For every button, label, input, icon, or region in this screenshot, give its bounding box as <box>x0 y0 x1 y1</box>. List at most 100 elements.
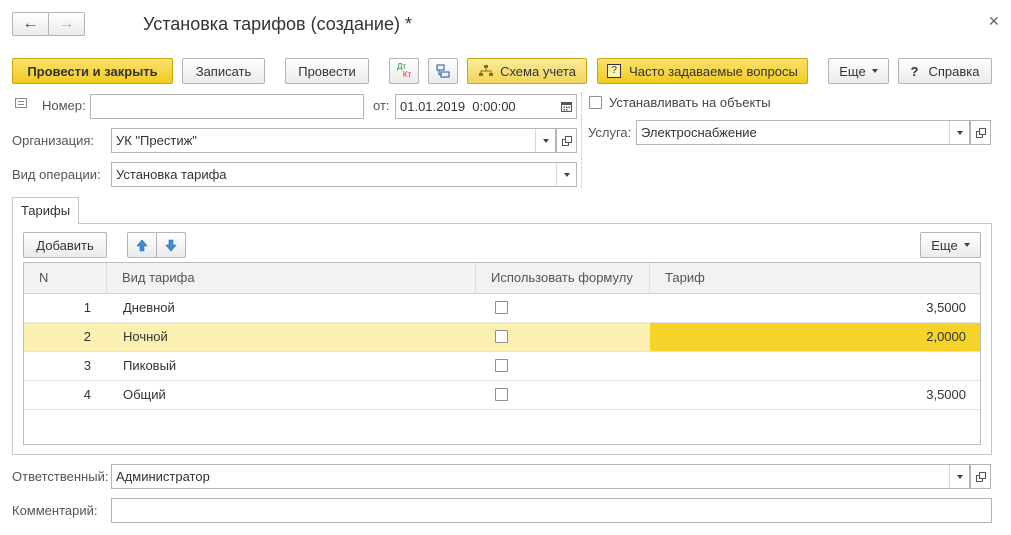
organization-open-button[interactable] <box>556 128 577 153</box>
table-more-label: Еще <box>931 237 958 253</box>
window-title: Установка тарифов (создание) * <box>143 14 412 34</box>
operation-kind-field[interactable]: Установка тарифа <box>111 162 577 187</box>
use-formula-checkbox[interactable] <box>495 359 508 372</box>
tariffs-table: N Вид тарифа Использовать формулу Тариф … <box>23 262 981 445</box>
number-field[interactable] <box>90 94 364 119</box>
chevron-down-icon <box>963 243 970 247</box>
organization-label: Организация: <box>12 133 95 148</box>
chevron-down-icon <box>956 130 963 135</box>
dt-kt-button[interactable]: Дт Кт <box>389 58 419 84</box>
back-button[interactable]: ← <box>12 12 49 36</box>
use-formula-checkbox[interactable] <box>495 330 508 343</box>
organization-dropdown-button[interactable] <box>535 129 555 152</box>
operation-kind-dropdown-button[interactable] <box>556 163 576 186</box>
table-row[interactable]: 2 Ночной 2,0000 <box>24 323 980 352</box>
responsible-field[interactable]: Администратор <box>111 464 970 489</box>
cell-n[interactable]: 2 <box>24 323 91 351</box>
tab-tariffs-label: Тарифы <box>20 203 71 218</box>
cell-tariff[interactable]: 3,5000 <box>650 381 980 409</box>
service-value: Электроснабжение <box>641 125 757 140</box>
cell-n[interactable]: 3 <box>24 352 91 380</box>
cell-formula <box>476 381 650 409</box>
scheme-icon <box>479 65 494 76</box>
comment-label: Комментарий: <box>12 503 98 518</box>
cell-kind[interactable]: Пиковый <box>123 352 473 380</box>
cell-tariff[interactable]: 2,0000 <box>650 323 980 351</box>
column-header-kind[interactable]: Вид тарифа <box>107 263 476 293</box>
cell-formula <box>476 352 650 380</box>
post-and-close-button[interactable]: Провести и закрыть <box>12 58 173 84</box>
set-on-objects-label: Устанавливать на объекты <box>609 95 771 110</box>
arrow-up-icon <box>136 239 148 251</box>
use-formula-checkbox[interactable] <box>495 301 508 314</box>
faq-label: Часто задаваемые вопросы <box>629 63 798 79</box>
help-button[interactable]: ? Справка <box>898 58 992 84</box>
help-icon: ? <box>910 63 919 79</box>
save-button[interactable]: Записать <box>182 58 265 84</box>
service-field[interactable]: Электроснабжение <box>636 120 970 145</box>
scheme-label: Схема учета <box>500 63 576 79</box>
table-row[interactable]: 1 Дневной 3,5000 <box>24 294 980 323</box>
responsible-open-button[interactable] <box>970 464 991 489</box>
move-down-button[interactable] <box>156 232 186 258</box>
number-label: Номер: <box>42 98 86 113</box>
chevron-down-icon <box>956 474 963 479</box>
cell-tariff[interactable] <box>650 352 980 380</box>
calendar-icon <box>560 102 572 112</box>
date-label: от: <box>373 98 390 113</box>
arrow-right-icon: → <box>58 15 75 32</box>
close-icon[interactable]: ✕ <box>988 13 1000 30</box>
service-dropdown-button[interactable] <box>949 121 969 144</box>
cell-tariff[interactable]: 3,5000 <box>650 294 980 322</box>
table-more-button[interactable]: Еще <box>920 232 981 258</box>
list-icon <box>15 98 27 108</box>
tab-tariffs[interactable]: Тарифы <box>12 197 79 224</box>
calendar-button[interactable] <box>556 95 576 118</box>
responsible-dropdown-button[interactable] <box>949 465 969 488</box>
chevron-down-icon <box>871 69 878 73</box>
open-window-icon <box>975 127 986 138</box>
service-open-button[interactable] <box>970 120 991 145</box>
cell-n[interactable]: 1 <box>24 294 91 322</box>
operation-kind-label: Вид операции: <box>12 167 101 182</box>
column-divider <box>581 92 582 188</box>
cell-formula <box>476 294 650 322</box>
operation-kind-value: Установка тарифа <box>116 167 227 182</box>
move-up-button[interactable] <box>127 232 157 258</box>
question-icon: ? <box>607 64 622 78</box>
kt-icon-text: Кт <box>402 70 412 79</box>
table-header: N Вид тарифа Использовать формулу Тариф <box>24 263 980 294</box>
organization-value: УК "Престиж" <box>116 133 197 148</box>
service-label: Услуга: <box>588 125 632 140</box>
arrow-left-icon: ← <box>22 15 39 32</box>
help-label: Справка <box>928 63 980 79</box>
structure-button[interactable] <box>428 58 458 84</box>
open-window-icon <box>561 135 572 146</box>
faq-button[interactable]: ? Часто задаваемые вопросы <box>597 58 808 84</box>
accounting-scheme-button[interactable]: Схема учета <box>467 58 587 84</box>
set-on-objects-checkbox[interactable] <box>589 96 602 109</box>
post-button[interactable]: Провести <box>285 58 369 84</box>
column-header-tariff[interactable]: Тариф <box>650 263 980 293</box>
forward-button[interactable]: → <box>48 12 85 36</box>
more-label: Еще <box>839 63 866 79</box>
table-row[interactable]: 4 Общий 3,5000 <box>24 381 980 410</box>
column-header-formula[interactable]: Использовать формулу <box>476 263 650 293</box>
date-field[interactable]: 01.01.2019 0:00:00 <box>395 94 577 119</box>
chevron-down-icon <box>542 138 549 143</box>
cell-formula <box>476 323 650 351</box>
cell-kind[interactable]: Ночной <box>123 323 473 351</box>
organization-field[interactable]: УК "Престиж" <box>111 128 556 153</box>
table-row[interactable]: 3 Пиковый <box>24 352 980 381</box>
responsible-value: Администратор <box>116 469 210 484</box>
more-button[interactable]: Еще <box>828 58 889 84</box>
document-structure-icon <box>436 64 450 78</box>
cell-kind[interactable]: Общий <box>123 381 473 409</box>
add-row-button[interactable]: Добавить <box>23 232 107 258</box>
column-header-n[interactable]: N <box>24 263 107 293</box>
comment-field[interactable] <box>111 498 992 523</box>
use-formula-checkbox[interactable] <box>495 388 508 401</box>
cell-n[interactable]: 4 <box>24 381 91 409</box>
arrow-down-icon <box>165 239 177 251</box>
cell-kind[interactable]: Дневной <box>123 294 473 322</box>
